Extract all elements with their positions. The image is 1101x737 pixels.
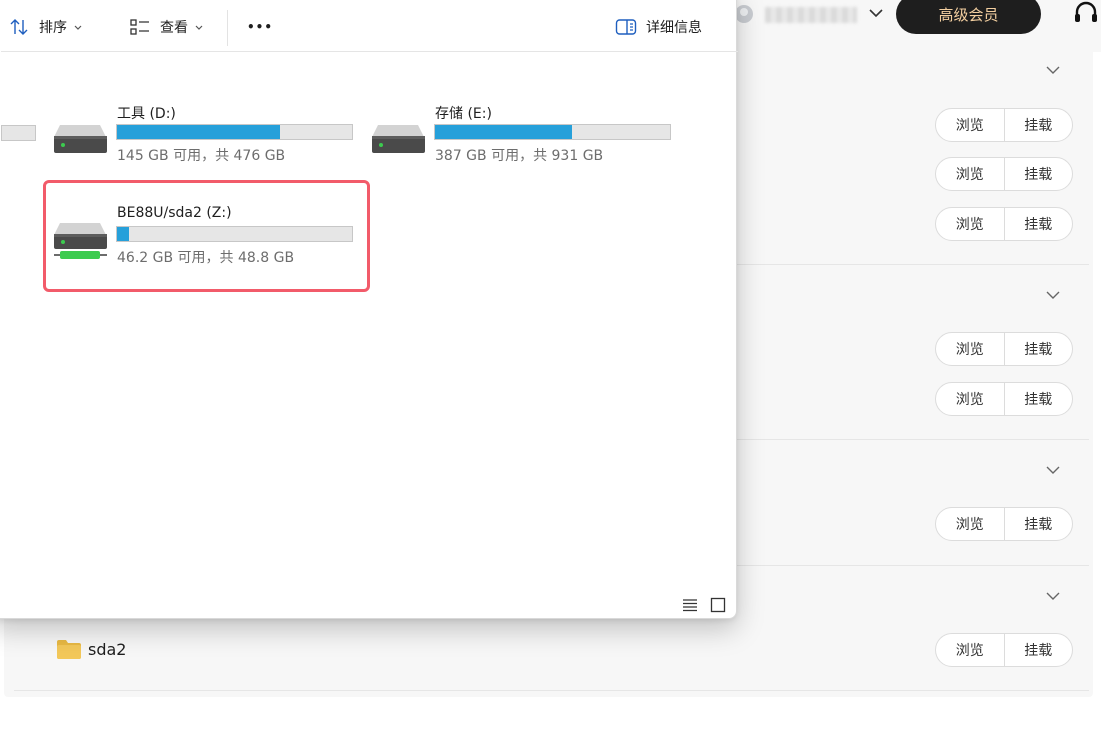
folder-name[interactable]: sda2	[88, 640, 126, 659]
sort-button[interactable]: 排序	[9, 1, 83, 52]
chevron-down-icon	[195, 25, 203, 30]
share-row-actions: 浏览 挂载	[935, 633, 1073, 667]
hard-drive-icon	[54, 125, 107, 153]
drive-item-d[interactable]: 工具 (D:) 145 GB 可用，共 476 GB	[54, 101, 354, 164]
details-pane-button[interactable]: 详细信息	[615, 1, 702, 52]
browse-button[interactable]: 浏览	[936, 634, 1004, 666]
chevron-down-icon[interactable]	[1045, 588, 1061, 604]
view-button[interactable]: 查看	[129, 1, 204, 52]
browse-button[interactable]: 浏览	[936, 158, 1004, 190]
share-row-actions: 浏览 挂载	[935, 207, 1073, 241]
mount-button[interactable]: 挂载	[1003, 634, 1073, 666]
details-view-icon[interactable]	[682, 597, 698, 613]
share-row-actions: 浏览 挂载	[935, 332, 1073, 366]
sort-label: 排序	[39, 19, 67, 36]
view-icon	[130, 18, 149, 35]
mount-button[interactable]: 挂载	[1003, 383, 1073, 415]
file-explorer-window: 排序 查看 ••• 详细信息	[0, 0, 738, 619]
more-icon: •••	[247, 19, 274, 34]
mount-button[interactable]: 挂载	[1003, 158, 1073, 190]
hard-drive-icon	[372, 125, 425, 153]
toolbar-divider	[227, 10, 228, 46]
chevron-down-icon	[74, 25, 82, 30]
mount-button[interactable]: 挂载	[1003, 109, 1073, 141]
large-icons-view-icon[interactable]	[710, 597, 726, 613]
headset-support-icon[interactable]	[1072, 0, 1100, 28]
explorer-toolbar: 排序 查看 ••• 详细信息	[1, 1, 738, 52]
drive-usage-bar	[116, 124, 353, 140]
chevron-down-icon[interactable]	[1045, 62, 1061, 78]
premium-member-button[interactable]: 高级会员	[896, 0, 1041, 34]
sort-icon	[10, 18, 28, 35]
browse-button[interactable]: 浏览	[936, 383, 1004, 415]
drive-name: 存储 (E:)	[435, 106, 492, 122]
drive-usage-bar	[434, 124, 671, 140]
username-blurred	[765, 7, 857, 23]
view-label: 查看	[160, 19, 188, 36]
share-row-actions: 浏览 挂载	[935, 157, 1073, 191]
mount-button[interactable]: 挂载	[1003, 508, 1073, 540]
folder-icon	[57, 640, 81, 659]
highlight-annotation-box	[43, 180, 370, 292]
details-pane-icon	[615, 18, 637, 35]
share-row-actions: 浏览 挂载	[935, 507, 1073, 541]
chevron-down-icon[interactable]	[1045, 287, 1061, 303]
chevron-down-icon[interactable]	[867, 4, 885, 22]
drive-item-e[interactable]: 存储 (E:) 387 GB 可用，共 931 GB	[372, 101, 672, 164]
more-options-button[interactable]: •••	[247, 1, 273, 52]
drive-free-space: 387 GB 可用，共 931 GB	[435, 148, 604, 164]
share-row-actions: 浏览 挂载	[935, 108, 1073, 142]
mount-button[interactable]: 挂载	[1003, 333, 1073, 365]
drive-usage-fill	[117, 125, 281, 139]
browse-button[interactable]: 浏览	[936, 333, 1004, 365]
browse-button[interactable]: 浏览	[936, 109, 1004, 141]
drive-usage-bar	[1, 125, 36, 141]
chevron-down-icon[interactable]	[1045, 462, 1061, 478]
browse-button[interactable]: 浏览	[936, 508, 1004, 540]
drive-free-space: 145 GB 可用，共 476 GB	[117, 148, 286, 164]
drive-usage-fill	[435, 125, 573, 139]
drive-name: 工具 (D:)	[117, 106, 176, 122]
browse-button[interactable]: 浏览	[936, 208, 1004, 240]
mount-button[interactable]: 挂载	[1003, 208, 1073, 240]
share-row-actions: 浏览 挂载	[935, 382, 1073, 416]
details-label: 详细信息	[646, 19, 702, 36]
